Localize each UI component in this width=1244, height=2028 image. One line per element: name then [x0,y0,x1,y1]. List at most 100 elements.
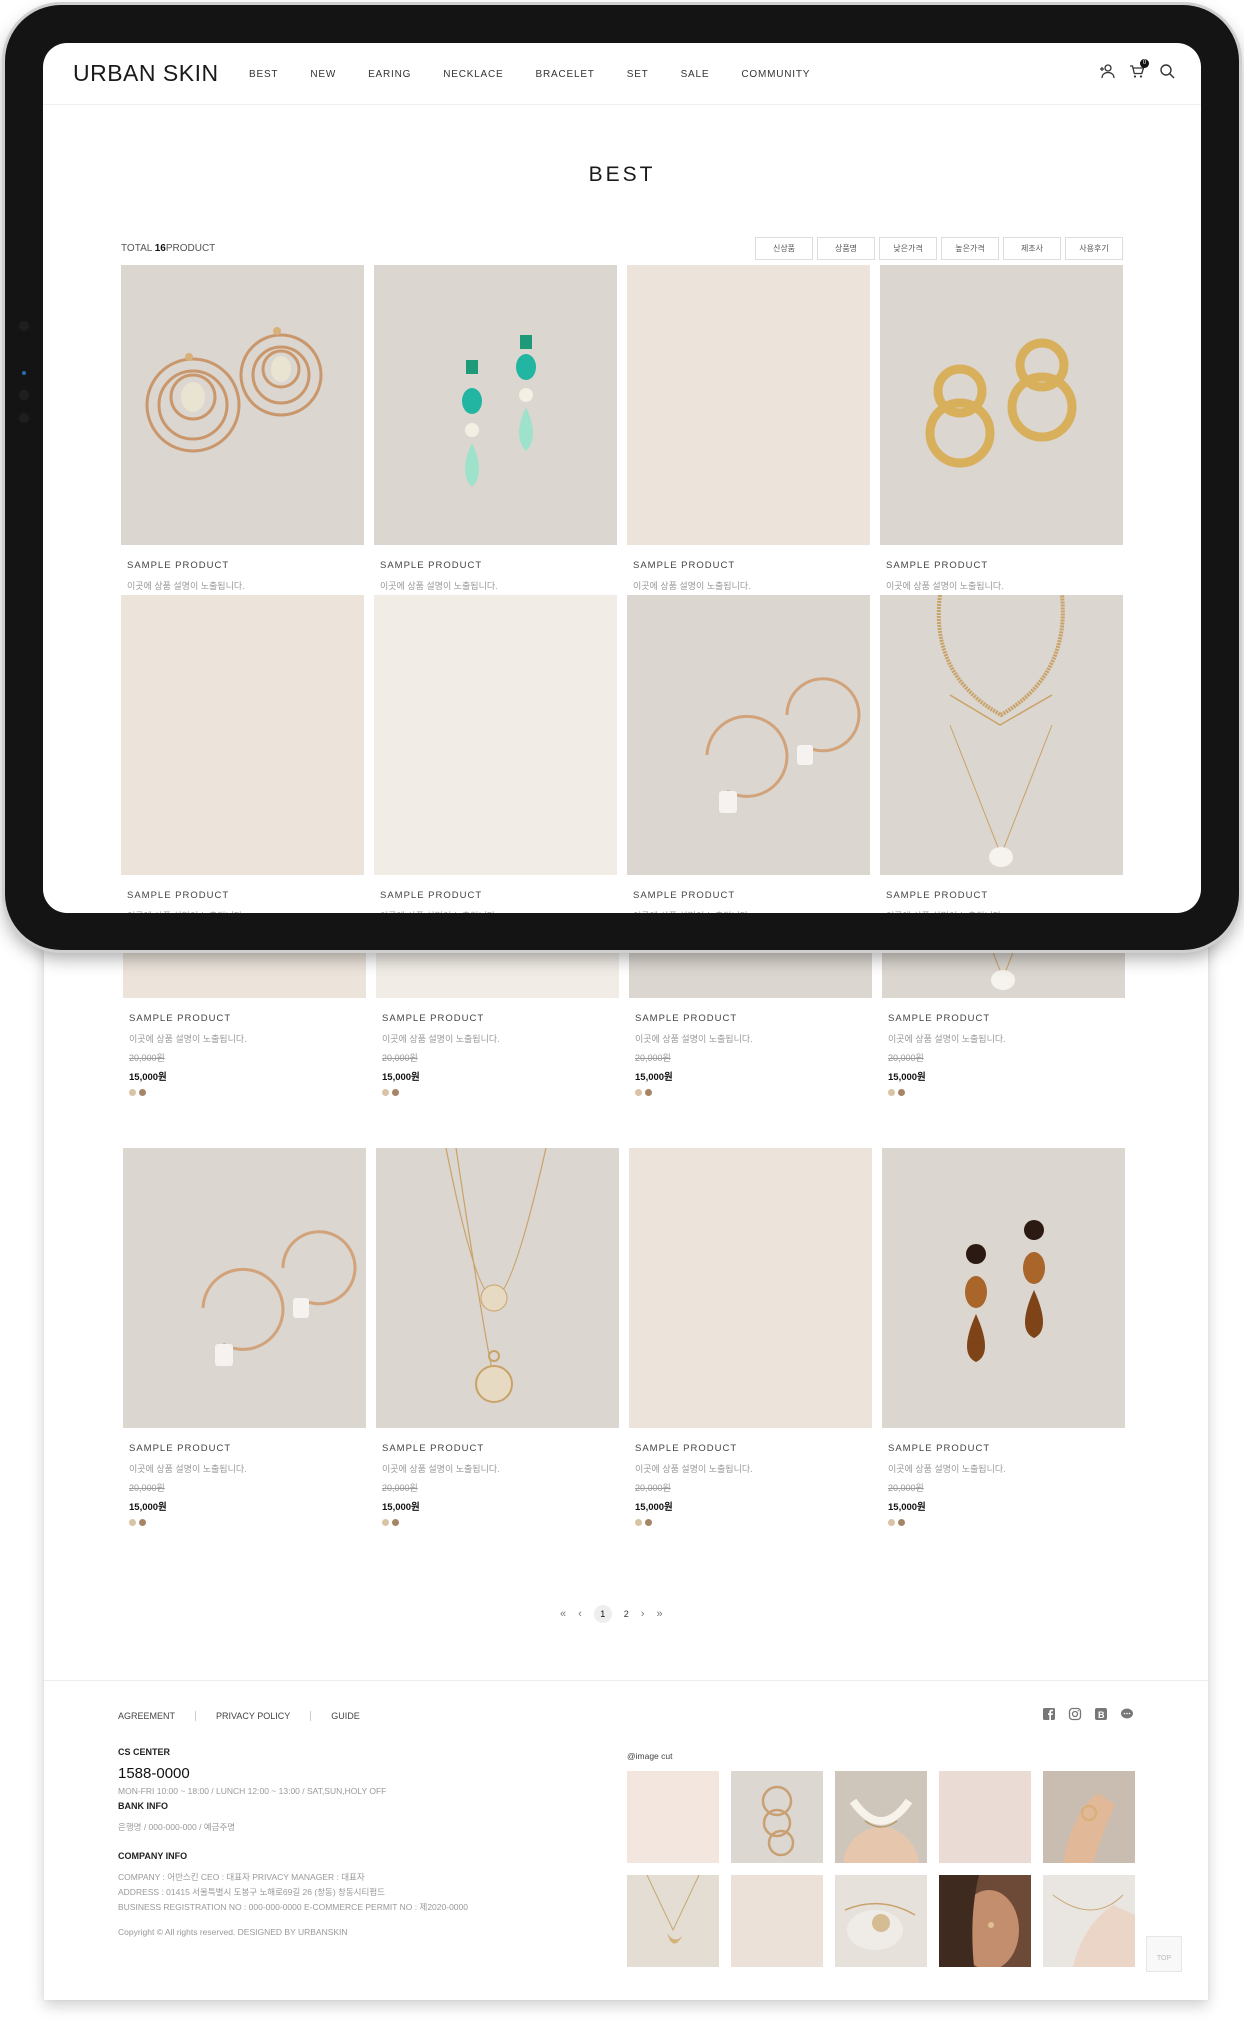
product-card[interactable]: SAMPLE PRODUCT이곳에 상품 설명이 노출됩니다.20,000원15… [629,1148,872,1526]
sort-price-high[interactable]: 높은가격 [941,237,999,260]
product-card[interactable]: SAMPLE PRODUCT이곳에 상품 설명이 노출됩니다.20,000원15… [374,595,617,913]
next-page-button[interactable]: › [641,1608,645,1620]
product-card[interactable]: SAMPLE PRODUCT이곳에 상품 설명이 노출됩니다.20,000원15… [882,1148,1125,1526]
insta-thumb[interactable] [731,1875,823,1967]
product-image[interactable] [121,265,364,545]
nav-new[interactable]: NEW [310,69,336,80]
insta-thumb[interactable] [627,1875,719,1967]
product-name[interactable]: SAMPLE PRODUCT [633,560,864,571]
color-swatch[interactable] [382,1519,389,1526]
product-image[interactable] [880,265,1123,545]
product-image[interactable] [880,595,1123,875]
cart-icon[interactable]: 0 [1129,59,1149,79]
nav-sale[interactable]: SALE [681,69,710,80]
product-name[interactable]: SAMPLE PRODUCT [382,1013,613,1024]
product-card[interactable]: SAMPLE PRODUCT이곳에 상품 설명이 노출됩니다.20,000원15… [627,265,870,643]
product-card[interactable]: SAMPLE PRODUCT이곳에 상품 설명이 노출됩니다.20,000원15… [880,595,1123,913]
product-image[interactable] [374,595,617,875]
product-card[interactable]: SAMPLE PRODUCT이곳에 상품 설명이 노출됩니다.20,000원15… [376,1148,619,1526]
color-swatch[interactable] [139,1519,146,1526]
color-swatch[interactable] [635,1089,642,1096]
nav-community[interactable]: COMMUNITY [741,69,810,80]
talk-icon[interactable] [1120,1707,1134,1721]
insta-thumb[interactable] [835,1771,927,1863]
page-1-button[interactable]: 1 [593,1605,612,1623]
facebook-icon[interactable] [1042,1707,1056,1721]
sort-reviews[interactable]: 사용후기 [1065,237,1123,260]
product-image[interactable] [627,595,870,875]
product-image[interactable] [376,1148,619,1428]
insta-thumb[interactable] [1043,1771,1135,1863]
agreement-link[interactable]: AGREEMENT [118,1711,197,1721]
prev-page-button[interactable]: ‹ [578,1608,582,1620]
product-name[interactable]: SAMPLE PRODUCT [886,560,1117,571]
nav-necklace[interactable]: NECKLACE [443,69,503,80]
product-name[interactable]: SAMPLE PRODUCT [886,890,1117,901]
color-swatch[interactable] [392,1089,399,1096]
sort-maker[interactable]: 제조사 [1003,237,1061,260]
product-name[interactable]: SAMPLE PRODUCT [888,1443,1119,1454]
color-swatch[interactable] [392,1519,399,1526]
color-swatch[interactable] [129,1519,136,1526]
product-image[interactable] [121,595,364,875]
insta-thumb[interactable] [835,1875,927,1967]
product-price: 15,000원 [382,1502,420,1513]
color-swatch[interactable] [888,1519,895,1526]
color-swatch[interactable] [139,1089,146,1096]
site-logo[interactable]: URBAN SKIN [73,60,219,87]
nav-best[interactable]: BEST [249,69,278,80]
product-name[interactable]: SAMPLE PRODUCT [380,890,611,901]
guide-link[interactable]: GUIDE [331,1711,380,1721]
product-name[interactable]: SAMPLE PRODUCT [129,1443,360,1454]
product-image[interactable] [629,1148,872,1428]
insta-thumb[interactable] [627,1771,719,1863]
page-2-button[interactable]: 2 [624,1609,629,1619]
product-card[interactable]: SAMPLE PRODUCT이곳에 상품 설명이 노출됩니다.20,000원15… [121,595,364,913]
color-swatch[interactable] [645,1519,652,1526]
last-page-button[interactable]: » [656,1608,662,1620]
insta-thumb[interactable] [731,1771,823,1863]
product-name[interactable]: SAMPLE PRODUCT [635,1013,866,1024]
color-swatch[interactable] [635,1519,642,1526]
color-swatch[interactable] [898,1519,905,1526]
cs-phone[interactable]: 1588-0000 [118,1765,386,1782]
product-card[interactable]: SAMPLE PRODUCT이곳에 상품 설명이 노출됩니다.20,000원15… [627,595,870,913]
sort-name[interactable]: 상품명 [817,237,875,260]
product-name[interactable]: SAMPLE PRODUCT [888,1013,1119,1024]
instagram-icon[interactable] [1068,1707,1082,1721]
insta-thumb[interactable] [1043,1875,1135,1967]
search-icon[interactable] [1159,63,1175,79]
user-icon[interactable] [1099,63,1115,79]
product-image[interactable] [882,1148,1125,1428]
first-page-button[interactable]: « [560,1608,566,1620]
product-card[interactable]: SAMPLE PRODUCT이곳에 상품 설명이 노출됩니다.20,000원15… [880,265,1123,643]
color-swatch[interactable] [382,1089,389,1096]
product-name[interactable]: SAMPLE PRODUCT [635,1443,866,1454]
product-name[interactable]: SAMPLE PRODUCT [380,560,611,571]
product-name[interactable]: SAMPLE PRODUCT [127,890,358,901]
sort-newest[interactable]: 신상품 [755,237,813,260]
blog-icon[interactable]: B [1094,1707,1108,1721]
insta-thumb[interactable] [939,1875,1031,1967]
color-swatch[interactable] [898,1089,905,1096]
nav-earing[interactable]: EARING [368,69,411,80]
nav-bracelet[interactable]: BRACELET [536,69,595,80]
product-card[interactable]: SAMPLE PRODUCT이곳에 상품 설명이 노출됩니다.20,000원15… [123,1148,366,1526]
product-name[interactable]: SAMPLE PRODUCT [127,560,358,571]
privacy-policy-link[interactable]: PRIVACY POLICY [216,1711,312,1721]
product-card[interactable]: SAMPLE PRODUCT이곳에 상품 설명이 노출됩니다.20,000원15… [121,265,364,643]
sort-price-low[interactable]: 낮은가격 [879,237,937,260]
product-card[interactable]: SAMPLE PRODUCT이곳에 상품 설명이 노출됩니다.20,000원15… [374,265,617,643]
color-swatch[interactable] [645,1089,652,1096]
scroll-top-button[interactable]: TOP [1146,1936,1182,1972]
product-name[interactable]: SAMPLE PRODUCT [382,1443,613,1454]
color-swatch[interactable] [888,1089,895,1096]
insta-thumb[interactable] [939,1771,1031,1863]
product-name[interactable]: SAMPLE PRODUCT [633,890,864,901]
color-swatch[interactable] [129,1089,136,1096]
product-image[interactable] [627,265,870,545]
product-image[interactable] [123,1148,366,1428]
product-name[interactable]: SAMPLE PRODUCT [129,1013,360,1024]
product-image[interactable] [374,265,617,545]
nav-set[interactable]: SET [627,69,649,80]
